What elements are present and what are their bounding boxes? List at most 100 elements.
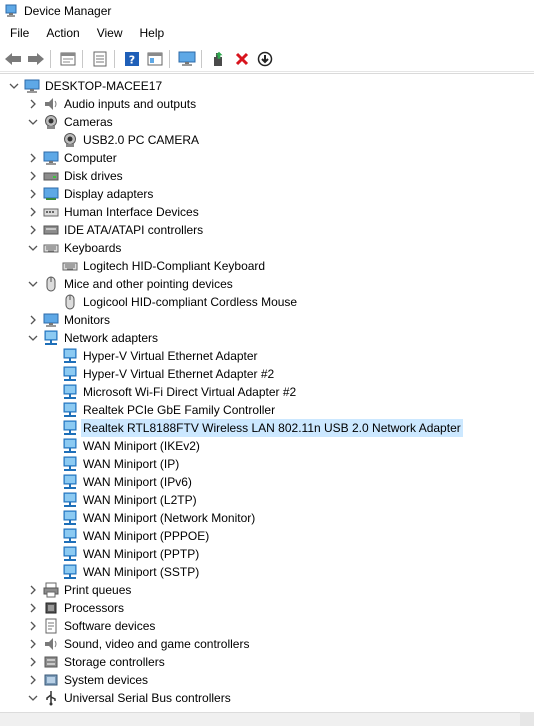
tree-node[interactable]: Audio inputs and outputs xyxy=(0,95,534,113)
tree-node[interactable]: Computer xyxy=(0,149,534,167)
tree-node[interactable]: Mice and other pointing devices xyxy=(0,275,534,293)
scan-hardware-button[interactable] xyxy=(177,49,197,69)
tree-node[interactable]: Realtek RTL8188FTV Wireless LAN 802.11n … xyxy=(0,419,534,437)
tree-node[interactable]: Print queues xyxy=(0,581,534,599)
tree-node-label[interactable]: Computer xyxy=(62,149,119,167)
tree-node[interactable]: Monitors xyxy=(0,311,534,329)
tree-node[interactable]: Universal Serial Bus controllers xyxy=(0,689,534,707)
chevron-down-icon[interactable] xyxy=(27,692,39,704)
chevron-down-icon[interactable] xyxy=(8,80,20,92)
tree-node[interactable]: WAN Miniport (PPPOE) xyxy=(0,527,534,545)
tree-node-label[interactable]: WAN Miniport (PPTP) xyxy=(81,545,201,563)
tree-node-label[interactable]: Logicool HID-compliant Cordless Mouse xyxy=(81,293,299,311)
resource-view-button[interactable] xyxy=(145,49,165,69)
tree-node-label[interactable]: WAN Miniport (IKEv2) xyxy=(81,437,202,455)
tree-node-label[interactable]: DESKTOP-MACEE17 xyxy=(43,77,164,95)
tree-node[interactable]: Realtek PCIe GbE Family Controller xyxy=(0,401,534,419)
chevron-right-icon[interactable] xyxy=(27,224,39,236)
tree-node-label[interactable]: Sound, video and game controllers xyxy=(62,635,251,653)
tree-node-label[interactable]: WAN Miniport (L2TP) xyxy=(81,491,199,509)
tree-node[interactable]: Keyboards xyxy=(0,239,534,257)
tree-node[interactable]: Storage controllers xyxy=(0,653,534,671)
menu-help[interactable]: Help xyxy=(130,22,172,44)
tree-node[interactable]: Network adapters xyxy=(0,329,534,347)
tree-node[interactable]: System devices xyxy=(0,671,534,689)
chevron-down-icon[interactable] xyxy=(27,332,39,344)
tree-node-label[interactable]: Network adapters xyxy=(62,329,160,347)
chevron-right-icon[interactable] xyxy=(27,674,39,686)
tree-node-label[interactable]: Disk drives xyxy=(62,167,125,185)
chevron-right-icon[interactable] xyxy=(27,656,39,668)
disable-device-button[interactable] xyxy=(255,49,275,69)
chevron-right-icon[interactable] xyxy=(27,98,39,110)
tree-node[interactable]: WAN Miniport (SSTP) xyxy=(0,563,534,581)
back-button[interactable] xyxy=(3,49,23,69)
tree-node-label[interactable]: Processors xyxy=(62,599,126,617)
chevron-right-icon[interactable] xyxy=(27,602,39,614)
tree-node-label[interactable]: Hyper-V Virtual Ethernet Adapter #2 xyxy=(81,365,276,383)
tree-node[interactable]: WAN Miniport (IP) xyxy=(0,455,534,473)
chevron-right-icon[interactable] xyxy=(27,314,39,326)
chevron-right-icon[interactable] xyxy=(27,620,39,632)
tree-node[interactable]: IDE ATA/ATAPI controllers xyxy=(0,221,534,239)
tree-node-label[interactable]: Realtek RTL8188FTV Wireless LAN 802.11n … xyxy=(81,419,463,437)
properties-button[interactable] xyxy=(58,49,78,69)
tree-node-label[interactable]: Cameras xyxy=(62,113,115,131)
tree-node-label[interactable]: Audio inputs and outputs xyxy=(62,95,198,113)
tree-node[interactable]: Logicool HID-compliant Cordless Mouse xyxy=(0,293,534,311)
tree-node[interactable]: Disk drives xyxy=(0,167,534,185)
chevron-down-icon[interactable] xyxy=(27,116,39,128)
tree-node-label[interactable]: Keyboards xyxy=(62,239,123,257)
tree-node[interactable]: Display adapters xyxy=(0,185,534,203)
list-view-button[interactable] xyxy=(90,49,110,69)
tree-node-label[interactable]: Monitors xyxy=(62,311,112,329)
tree-node[interactable]: Sound, video and game controllers xyxy=(0,635,534,653)
tree-node-label[interactable]: Hyper-V Virtual Ethernet Adapter xyxy=(81,347,260,365)
tree-node-label[interactable]: Universal Serial Bus controllers xyxy=(62,689,233,707)
tree-node[interactable]: WAN Miniport (IKEv2) xyxy=(0,437,534,455)
tree-node[interactable]: Processors xyxy=(0,599,534,617)
tree-node[interactable]: Cameras xyxy=(0,113,534,131)
tree-node-label[interactable]: WAN Miniport (IPv6) xyxy=(81,473,194,491)
uninstall-device-button[interactable] xyxy=(232,49,252,69)
chevron-down-icon[interactable] xyxy=(27,242,39,254)
tree-node-label[interactable]: WAN Miniport (SSTP) xyxy=(81,563,201,581)
menu-view[interactable]: View xyxy=(87,22,130,44)
tree-node[interactable]: WAN Miniport (PPTP) xyxy=(0,545,534,563)
tree-node[interactable]: USB2.0 PC CAMERA xyxy=(0,131,534,149)
tree-node[interactable]: Hyper-V Virtual Ethernet Adapter #2 xyxy=(0,365,534,383)
tree-node-label[interactable]: Mice and other pointing devices xyxy=(62,275,235,293)
tree-node-label[interactable]: Display adapters xyxy=(62,185,155,203)
tree-node-label[interactable]: WAN Miniport (IP) xyxy=(81,455,181,473)
chevron-down-icon[interactable] xyxy=(27,278,39,290)
help-button[interactable]: ? xyxy=(122,49,142,69)
tree-node[interactable]: WAN Miniport (IPv6) xyxy=(0,473,534,491)
tree-node-label[interactable]: Logitech HID-Compliant Keyboard xyxy=(81,257,267,275)
menu-file[interactable]: File xyxy=(0,22,36,44)
chevron-right-icon[interactable] xyxy=(27,584,39,596)
tree-node[interactable]: Software devices xyxy=(0,617,534,635)
device-tree[interactable]: DESKTOP-MACEE17 Audio inputs and outputs C… xyxy=(0,73,534,713)
chevron-right-icon[interactable] xyxy=(27,188,39,200)
menu-action[interactable]: Action xyxy=(36,22,86,44)
tree-node-label[interactable]: Human Interface Devices xyxy=(62,203,201,221)
tree-node[interactable]: Hyper-V Virtual Ethernet Adapter xyxy=(0,347,534,365)
chevron-right-icon[interactable] xyxy=(27,638,39,650)
tree-node-label[interactable]: WAN Miniport (PPPOE) xyxy=(81,527,211,545)
tree-node[interactable]: Human Interface Devices xyxy=(0,203,534,221)
tree-node-label[interactable]: Realtek PCIe GbE Family Controller xyxy=(81,401,277,419)
tree-node-label[interactable]: USB2.0 PC CAMERA xyxy=(81,131,201,149)
tree-node-label[interactable]: Microsoft Wi-Fi Direct Virtual Adapter #… xyxy=(81,383,298,401)
chevron-right-icon[interactable] xyxy=(27,170,39,182)
update-driver-button[interactable] xyxy=(209,49,229,69)
tree-node-label[interactable]: WAN Miniport (Network Monitor) xyxy=(81,509,257,527)
tree-node-label[interactable]: Software devices xyxy=(62,617,157,635)
tree-node[interactable]: Microsoft Wi-Fi Direct Virtual Adapter #… xyxy=(0,383,534,401)
forward-button[interactable] xyxy=(26,49,46,69)
tree-node-label[interactable]: IDE ATA/ATAPI controllers xyxy=(62,221,205,239)
tree-node-label[interactable]: Storage controllers xyxy=(62,653,167,671)
chevron-right-icon[interactable] xyxy=(27,152,39,164)
tree-node[interactable]: DESKTOP-MACEE17 xyxy=(0,77,534,95)
tree-node-label[interactable]: Print queues xyxy=(62,581,133,599)
tree-node-label[interactable]: System devices xyxy=(62,671,150,689)
